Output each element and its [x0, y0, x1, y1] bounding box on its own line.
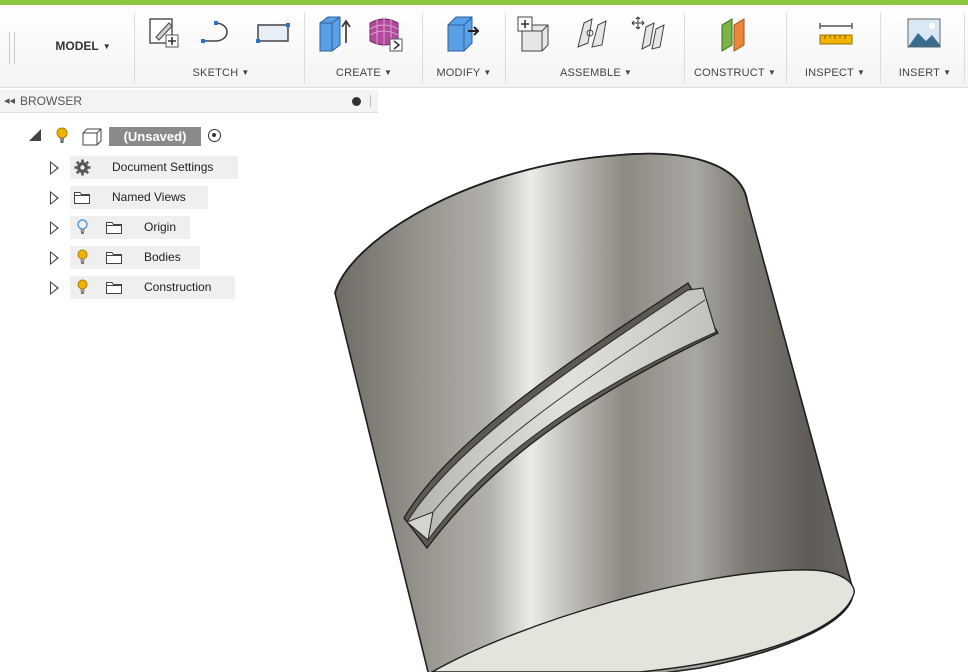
tree-label: Construction	[144, 280, 212, 294]
browser-header: ◂◂ BROWSER	[0, 90, 378, 113]
collapse-browser-icon[interactable]: ◂◂	[4, 90, 15, 112]
tree-node-named-views[interactable]: Named Views	[70, 186, 208, 209]
expand-icon[interactable]	[50, 281, 59, 295]
lightbulb-icon[interactable]	[76, 279, 89, 296]
tree-label: Named Views	[112, 190, 186, 204]
tree-label: Origin	[144, 220, 177, 234]
tree-node-document-settings[interactable]: Document Settings	[70, 156, 238, 179]
browser-title: BROWSER	[20, 94, 83, 108]
tree-node-bodies[interactable]: Bodies	[70, 246, 200, 269]
expand-icon[interactable]	[50, 161, 59, 175]
root-component-label[interactable]: (Unsaved)	[109, 127, 201, 146]
folder-icon	[106, 222, 122, 234]
tree-label: Bodies	[144, 250, 181, 264]
expand-root-icon[interactable]	[29, 129, 41, 141]
pin-icon[interactable]	[352, 97, 361, 106]
folder-icon	[106, 252, 122, 264]
tree-row-bodies: Bodies	[48, 246, 243, 270]
folder-icon	[106, 282, 122, 294]
activate-component-radio[interactable]	[208, 129, 221, 142]
tree-label: Document Settings	[112, 160, 214, 174]
expand-icon[interactable]	[50, 251, 59, 265]
tree-row-construction: Construction	[48, 276, 243, 300]
tree-row-origin: Origin	[48, 216, 243, 240]
panel-grip[interactable]	[370, 95, 371, 107]
lightbulb-icon[interactable]	[76, 219, 89, 236]
gear-icon	[74, 159, 91, 176]
expand-icon[interactable]	[50, 191, 59, 205]
lightbulb-icon[interactable]	[55, 127, 69, 145]
folder-icon	[74, 192, 90, 204]
expand-icon[interactable]	[50, 221, 59, 235]
tree-row-named-views: Named Views	[48, 186, 243, 210]
component-icon	[82, 128, 102, 146]
lightbulb-icon[interactable]	[76, 249, 89, 266]
tree-row-document-settings: Document Settings	[48, 156, 243, 180]
tree-node-construction[interactable]: Construction	[70, 276, 235, 299]
tree-node-origin[interactable]: Origin	[70, 216, 190, 239]
